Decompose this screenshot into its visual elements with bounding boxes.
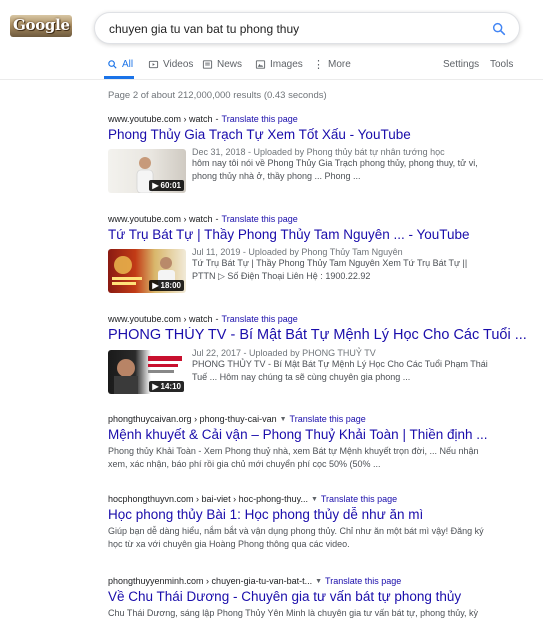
result-url: www.youtube.com › watch: [108, 314, 213, 324]
result-snippet: Chu Thái Dương, sáng lập Phong Thủy Yên …: [108, 607, 538, 620]
result-snippet: Phong thủy Khải Toàn - Xem Phong thuỷ nh…: [108, 445, 538, 471]
result-breadcrumb: phongthuycaivan.org › phong-thuy-cai-van…: [108, 414, 538, 424]
tab-settings-label: Settings: [443, 59, 480, 70]
search-result: phongthuyyenminh.com › chuyen-gia-tu-van…: [108, 576, 538, 620]
tab-more[interactable]: ⋮ More: [313, 59, 351, 70]
video-row: ▶ 14:10 Jul 22, 2017 - Uploaded by PHONG …: [108, 348, 538, 394]
result-snippet-line: PHONG THỦY TV - Bí Mật Bát Tự Mệnh Lý Họ…: [192, 359, 488, 369]
video-thumbnail[interactable]: ▶ 60:01: [108, 149, 186, 193]
result-title-link[interactable]: Về Chu Thái Dương - Chuyên gia tư vấn bá…: [108, 589, 538, 604]
result-breadcrumb: hocphongthuyvn.com › bai-viet › hoc-phon…: [108, 494, 538, 504]
search-result: www.youtube.com › watch - Translate this…: [108, 214, 538, 293]
search-icon: [108, 60, 117, 69]
search-result: hocphongthuyvn.com › bai-viet › hoc-phon…: [108, 494, 538, 551]
video-meta: Jul 11, 2019 - Uploaded by Phong Thủy Ta…: [192, 247, 538, 283]
video-thumbnail[interactable]: ▶ 14:10: [108, 350, 186, 394]
video-duration: ▶ 14:10: [149, 381, 184, 392]
result-snippet-line: hôm nay tôi nói về Phong Thủy Gia Trạch …: [192, 158, 478, 168]
play-icon: ▶: [152, 382, 159, 391]
video-meta: Jul 22, 2017 - Uploaded by PHONG THUỶ TV…: [192, 348, 538, 384]
upload-info: Jul 22, 2017 - Uploaded by PHONG THUỶ TV: [192, 348, 376, 358]
tab-images[interactable]: Images: [255, 59, 303, 70]
translate-link[interactable]: Translate this page: [290, 414, 366, 424]
upload-info: Dec 31, 2018 - Uploaded by Phong thủy bá…: [192, 147, 445, 157]
logo-text: Google: [13, 16, 70, 34]
result-title-link[interactable]: Học phong thủy Bài 1: Học phong thủy dễ …: [108, 507, 538, 522]
play-icon: ▶: [152, 281, 159, 290]
chevron-down-icon[interactable]: ▼: [311, 496, 318, 503]
translate-link[interactable]: Translate this page: [222, 114, 298, 124]
tab-tools-label: Tools: [490, 59, 514, 70]
result-title-link[interactable]: Mệnh khuyết & Cải vận – Phong Thuỷ Khải …: [108, 427, 538, 442]
upload-info: Jul 11, 2019 - Uploaded by Phong Thủy Ta…: [192, 247, 403, 257]
chevron-down-icon[interactable]: ▼: [280, 416, 287, 423]
tab-videos[interactable]: Videos: [148, 59, 193, 70]
result-breadcrumb: phongthuyyenminh.com › chuyen-gia-tu-van…: [108, 576, 538, 586]
tab-news-label: News: [217, 59, 243, 70]
translate-link[interactable]: Translate this page: [222, 214, 298, 224]
result-title-link[interactable]: PHONG THỦY TV - Bí Mật Bát Tự Mệnh Lý Họ…: [108, 327, 538, 343]
tab-settings[interactable]: Settings: [443, 59, 479, 70]
translate-link[interactable]: Translate this page: [222, 314, 298, 324]
result-stats: Page 2 of about 212,000,000 results (0.4…: [108, 90, 327, 101]
result-snippet-line: phong thủy nhà ở, thầy phong ... Phong .…: [192, 171, 361, 181]
result-snippet-line: PTTN ▷ Số Điện Thoại Liên Hệ : 1900.22.9…: [192, 271, 371, 281]
result-title-link[interactable]: Tứ Trụ Bát Tự | Thầy Phong Thủy Tam Nguy…: [108, 227, 538, 242]
image-icon: [255, 60, 266, 69]
video-duration: ▶ 60:01: [149, 180, 184, 191]
translate-link[interactable]: Translate this page: [325, 576, 401, 586]
result-breadcrumb: www.youtube.com › watch - Translate this…: [108, 114, 298, 124]
tab-all[interactable]: All: [107, 59, 133, 70]
search-box[interactable]: [94, 12, 520, 44]
video-row: ▶ 18:00 Jul 11, 2019 - Uploaded by Phong …: [108, 247, 538, 293]
search-input[interactable]: [109, 19, 479, 39]
active-tab-indicator: [104, 76, 134, 79]
search-result: www.youtube.com › watch - Translate this…: [108, 314, 538, 394]
result-url: phongthuyyenminh.com › chuyen-gia-tu-van…: [108, 576, 313, 586]
result-snippet: Giúp bạn dễ dàng hiểu, nắm bắt và vận dụ…: [108, 525, 538, 551]
result-url: phongthuycaivan.org › phong-thuy-cai-van: [108, 414, 277, 424]
tab-images-label: Images: [270, 59, 303, 70]
video-thumbnail[interactable]: ▶ 18:00: [108, 249, 186, 293]
result-snippet-line: Phong thủy Khải Toàn - Xem Phong thuỷ nh…: [108, 446, 479, 456]
video-duration: ▶ 18:00: [149, 280, 184, 291]
tab-all-label: All: [122, 59, 134, 70]
result-breadcrumb: www.youtube.com › watch - Translate this…: [108, 314, 298, 324]
google-doodle-logo[interactable]: Google: [10, 15, 72, 37]
tab-tools[interactable]: Tools: [490, 59, 513, 70]
tab-videos-label: Videos: [163, 59, 194, 70]
header: Google: [0, 0, 543, 52]
video-icon: [148, 60, 159, 69]
result-title-link[interactable]: Phong Thủy Gia Trạch Tự Xem Tốt Xấu - Yo…: [108, 127, 538, 142]
search-tabs: All Videos News Images ⋮ More Settings T…: [0, 56, 543, 80]
result-snippet-line: Chu Thái Dương, sáng lập Phong Thủy Yên …: [108, 608, 479, 618]
result-url: www.youtube.com › watch: [108, 114, 213, 124]
result-snippet-line: học từ xa với chuyên gia Hoàng Phong thô…: [108, 539, 350, 549]
video-row: ▶ 60:01 Dec 31, 2018 - Uploaded by Phong …: [108, 147, 538, 193]
tab-news[interactable]: News: [202, 59, 242, 70]
play-icon: ▶: [152, 181, 159, 190]
result-snippet-line: Giúp bạn dễ dàng hiểu, nắm bắt và vận dụ…: [108, 526, 484, 536]
search-result: www.youtube.com › watch - Translate this…: [108, 114, 538, 193]
search-icon[interactable]: [491, 21, 507, 37]
result-snippet-line: xem, xác nhận, báo phí rồi gia chủ mới c…: [108, 459, 381, 469]
result-snippet-line: Tuế ... Hôm nay chúng ta sẽ cùng chuyên …: [192, 372, 411, 382]
result-breadcrumb: www.youtube.com › watch - Translate this…: [108, 214, 298, 224]
chevron-down-icon[interactable]: ▼: [315, 578, 322, 585]
video-meta: Dec 31, 2018 - Uploaded by Phong thủy bá…: [192, 147, 538, 183]
translate-link[interactable]: Translate this page: [321, 494, 397, 504]
news-icon: [202, 60, 213, 69]
more-dots-icon: ⋮: [313, 58, 324, 71]
result-url: hocphongthuyvn.com › bai-viet › hoc-phon…: [108, 494, 308, 504]
tab-more-label: More: [328, 59, 351, 70]
result-snippet-line: Tứ Trụ Bát Tự | Thầy Phong Thủy Tam Nguy…: [192, 258, 468, 268]
search-result: phongthuycaivan.org › phong-thuy-cai-van…: [108, 414, 538, 471]
result-url: www.youtube.com › watch: [108, 214, 213, 224]
